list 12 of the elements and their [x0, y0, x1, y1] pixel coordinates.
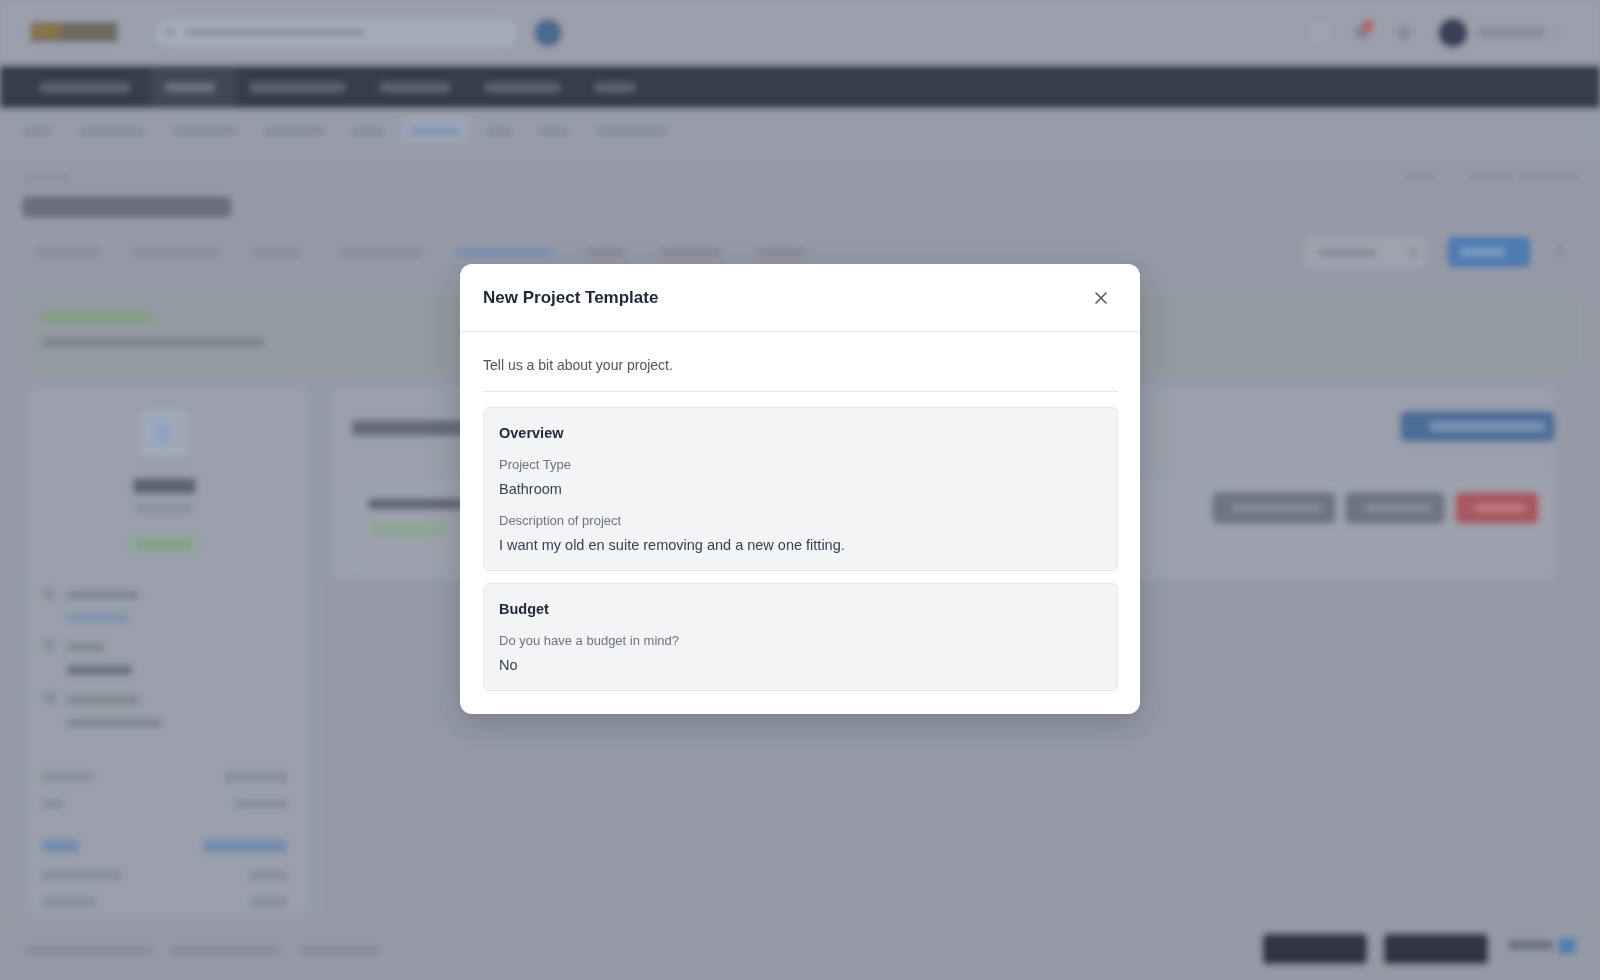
modal-intro: Tell us a bit about your project.: [483, 356, 674, 375]
field-value: I want my old en suite removing and a new one fitting.: [499, 536, 846, 555]
close-button[interactable]: [1095, 291, 1107, 304]
modal-title: New Project Template: [483, 287, 659, 308]
section-title: Budget: [499, 600, 550, 619]
close-icon: [1095, 291, 1107, 304]
field-value: Bathroom: [499, 480, 563, 499]
field-label: Description of project: [499, 512, 623, 530]
field-value: No: [499, 656, 519, 675]
section-title: Overview: [499, 424, 565, 443]
field-label: Project Type: [499, 456, 573, 474]
field-label: Do you have a budget in mind?: [499, 632, 680, 650]
